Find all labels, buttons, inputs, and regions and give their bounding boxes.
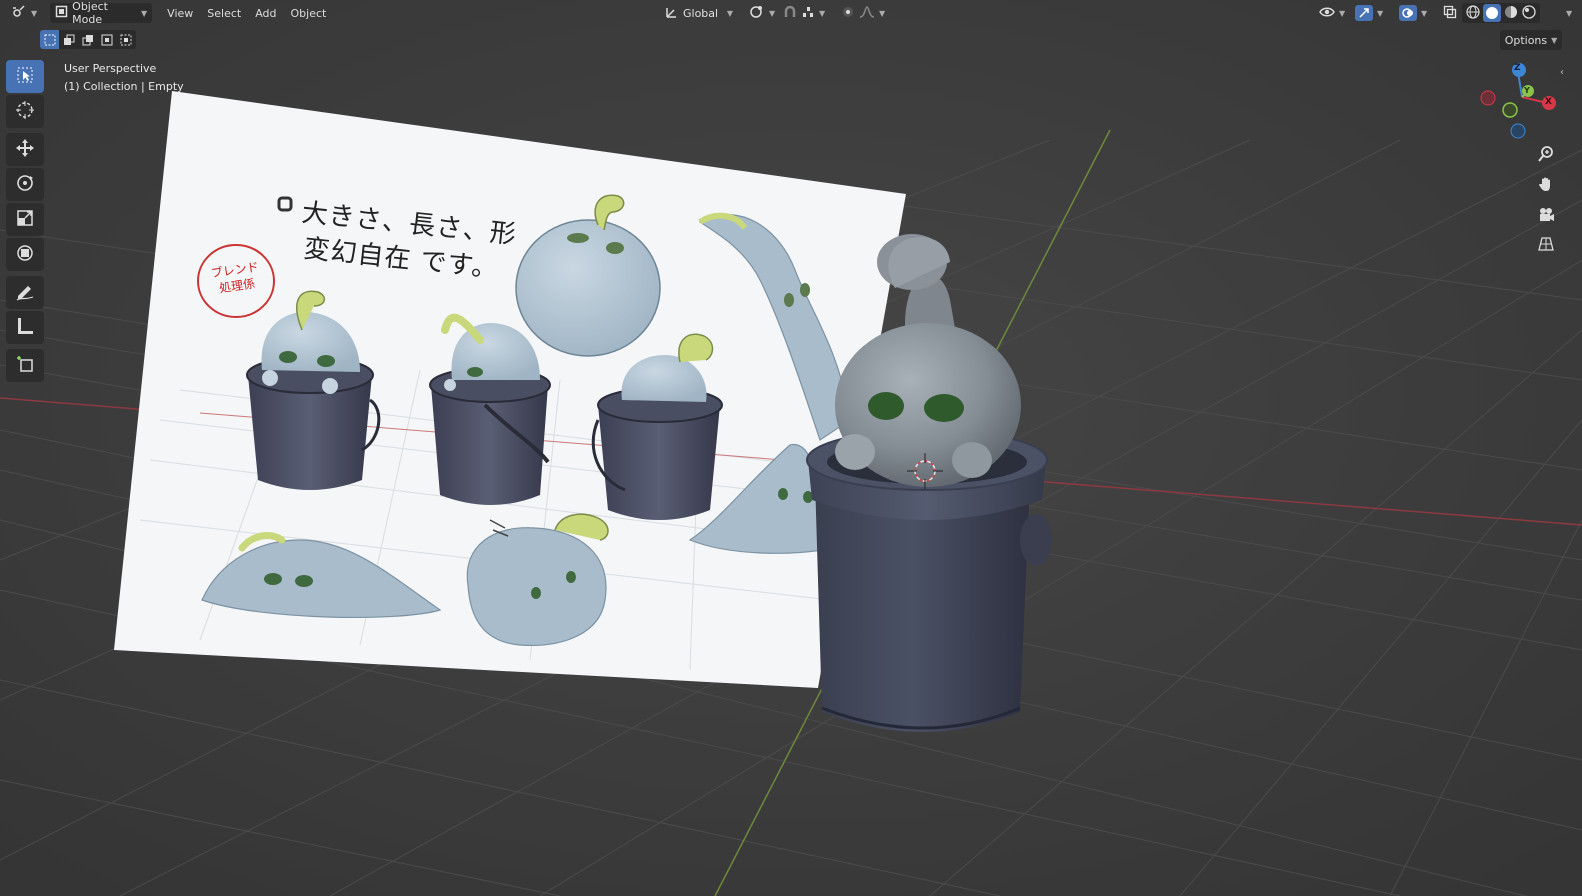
scale-icon [15, 208, 35, 232]
gizmo-x-label[interactable]: X [1545, 97, 1552, 107]
tool-move[interactable] [6, 133, 44, 166]
measure-ruler-icon [15, 316, 35, 340]
transform-orientation-dropdown[interactable]: Global ▼ [660, 3, 738, 23]
chevron-down-icon: ▼ [726, 8, 733, 18]
perspective-label: User Perspective [64, 62, 157, 75]
object-mode-icon [55, 5, 68, 21]
grid-perspective-icon [1537, 235, 1555, 257]
menu-add[interactable]: Add [248, 7, 283, 20]
proportional-edit-icon [841, 5, 855, 22]
cursor-icon [15, 100, 35, 124]
tool-rotate[interactable] [6, 168, 44, 201]
snap-magnet-icon [783, 5, 797, 22]
shading-modes [1462, 3, 1540, 23]
eye-icon [1319, 6, 1335, 21]
chevron-down-icon: ▼ [1339, 8, 1346, 18]
annotate-pencil-icon [15, 281, 35, 305]
solid-shading-icon[interactable] [1483, 4, 1501, 22]
tool-scale[interactable] [6, 203, 44, 236]
chevron-down-icon: ▼ [141, 8, 148, 18]
shading-dropdown-chevron-icon[interactable]: ▼ [1566, 9, 1572, 18]
tool-shelf [6, 60, 46, 384]
hand-icon [1537, 175, 1555, 197]
chevron-down-icon: ▼ [769, 8, 776, 18]
tool-transform[interactable] [6, 238, 44, 271]
zoom-button[interactable] [1533, 143, 1559, 169]
proportional-edit-toggle[interactable]: ▼ [836, 3, 890, 23]
collection-label: (1) Collection | Empty [64, 80, 184, 93]
options-dropdown[interactable]: Options ▼ [1500, 30, 1562, 50]
chevron-down-icon: ▼ [31, 8, 38, 18]
material-shading-icon[interactable] [1503, 4, 1519, 23]
add-cube-icon [15, 354, 35, 378]
tool-select-box[interactable] [6, 60, 44, 93]
reference-image [114, 91, 906, 688]
gizmo-toggle[interactable]: ▼ [1350, 3, 1388, 23]
tool-add-cube[interactable] [6, 349, 44, 382]
select-new-button[interactable] [40, 30, 59, 49]
chevron-down-icon: ▼ [1421, 8, 1428, 18]
select-invert-button[interactable] [97, 30, 116, 49]
select-intersect-button[interactable] [116, 30, 135, 49]
orientation-icon [665, 5, 679, 22]
viewport-editor-icon [11, 4, 27, 22]
chevron-down-icon: ▼ [879, 8, 886, 18]
pivot-point-dropdown[interactable]: ▼ [744, 3, 780, 23]
overlays-icon [1399, 5, 1417, 21]
snap-target-icon[interactable] [801, 5, 815, 22]
select-extend-button[interactable] [59, 30, 78, 49]
visibility-dropdown[interactable]: ▼ [1314, 3, 1350, 23]
menu-select[interactable]: Select [200, 7, 248, 20]
rendered-shading-icon[interactable] [1521, 4, 1537, 23]
select-box-icon [16, 66, 34, 88]
viewport-scene [0, 0, 1582, 896]
selection-mode-group [40, 30, 136, 49]
camera-icon [1537, 205, 1555, 227]
snap-toggle[interactable]: ▼ [778, 3, 830, 23]
tool-annotate[interactable] [6, 276, 44, 309]
mode-label: Object Mode [72, 0, 108, 26]
ortho-toggle-button[interactable] [1533, 233, 1559, 259]
xray-toggle[interactable] [1438, 3, 1462, 23]
3d-viewport[interactable] [0, 0, 1582, 896]
pivot-point-icon [749, 5, 765, 22]
gizmo-y-label[interactable]: Y [1524, 86, 1530, 95]
xray-icon [1443, 5, 1457, 22]
falloff-curve-icon[interactable] [859, 5, 875, 22]
transform-icon [15, 243, 35, 267]
pan-button[interactable] [1533, 173, 1559, 199]
camera-view-button[interactable] [1533, 203, 1559, 229]
menu-object[interactable]: Object [284, 7, 334, 20]
menu-view[interactable]: View [160, 7, 200, 20]
tool-cursor[interactable] [6, 95, 44, 128]
gizmo-icon [1355, 5, 1373, 21]
chevron-down-icon: ▼ [1551, 35, 1558, 45]
orientation-label: Global [683, 6, 719, 20]
zoom-magnifier-icon [1537, 145, 1555, 167]
tool-measure[interactable] [6, 311, 44, 344]
move-icon [15, 138, 35, 162]
mode-dropdown[interactable]: Object Mode ▼ [50, 0, 153, 26]
viewport-info: User Perspective (1) Collection | Empty [64, 60, 184, 96]
chevron-down-icon: ▼ [819, 8, 826, 18]
chevron-down-icon: ▼ [1377, 8, 1384, 18]
wireframe-shading-icon[interactable] [1465, 4, 1481, 23]
sidebar-expand-icon[interactable]: ‹ [1560, 67, 1564, 78]
gizmo-z-label[interactable]: Z [1514, 63, 1521, 73]
viewport-header: ▼ Object Mode ▼ View Select Add Object G… [0, 0, 1582, 26]
options-label: Options [1504, 33, 1548, 47]
overlays-toggle[interactable]: ▼ [1394, 3, 1432, 23]
select-subtract-button[interactable] [78, 30, 97, 49]
rotate-icon [15, 173, 35, 197]
editor-type-button[interactable]: ▼ [6, 3, 42, 23]
